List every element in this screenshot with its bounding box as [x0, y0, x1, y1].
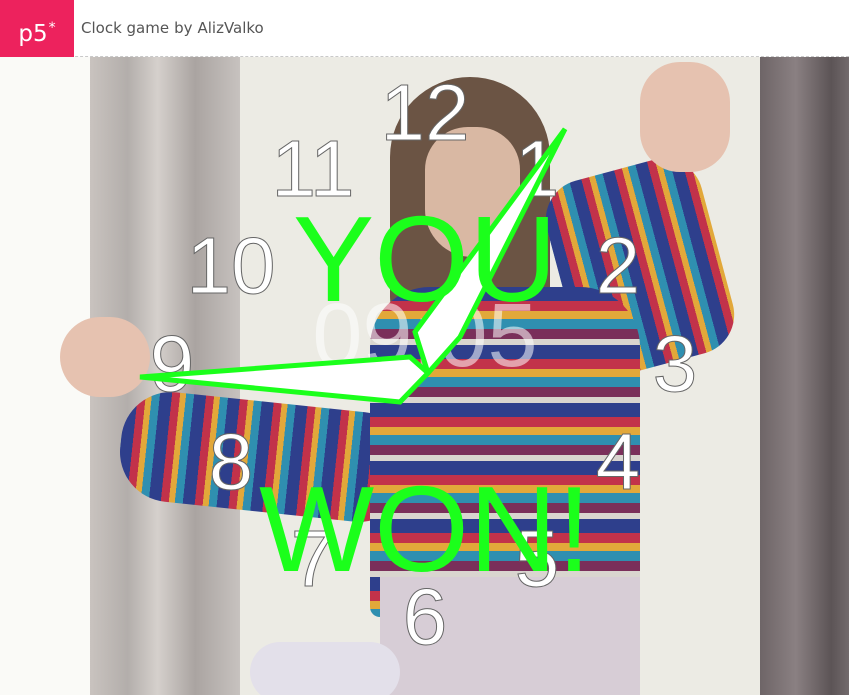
clock-number-4: 4	[596, 417, 641, 506]
p5-logo[interactable]: p5*	[0, 0, 74, 57]
clock-number-10: 10	[187, 221, 276, 310]
logo-star: *	[48, 20, 56, 36]
logo-text: p5	[18, 21, 48, 47]
sketch-canvas[interactable]: 09:05 12 1 2 3 4 5 6 7 8 9 10 11 YOU WON…	[0, 57, 849, 695]
clock-number-2: 2	[596, 221, 641, 310]
clock-overlay: 09:05 12 1 2 3 4 5 6 7 8 9 10 11 YOU WON…	[139, 68, 698, 662]
clock-number-9: 9	[150, 319, 195, 408]
author-link[interactable]: AlizValko	[197, 19, 263, 37]
sketch-name: Clock game	[81, 19, 170, 37]
sketch-title: Clock game by AlizValko	[81, 0, 264, 57]
editor-header: p5* Clock game by AlizValko	[0, 0, 849, 57]
by-label: by	[174, 19, 193, 37]
clock-number-8: 8	[209, 417, 254, 506]
clock-number-12: 12	[381, 68, 470, 157]
win-message-line2: WON!	[259, 461, 591, 597]
win-message-line1: YOU	[293, 191, 557, 327]
clock-number-3: 3	[653, 319, 698, 408]
